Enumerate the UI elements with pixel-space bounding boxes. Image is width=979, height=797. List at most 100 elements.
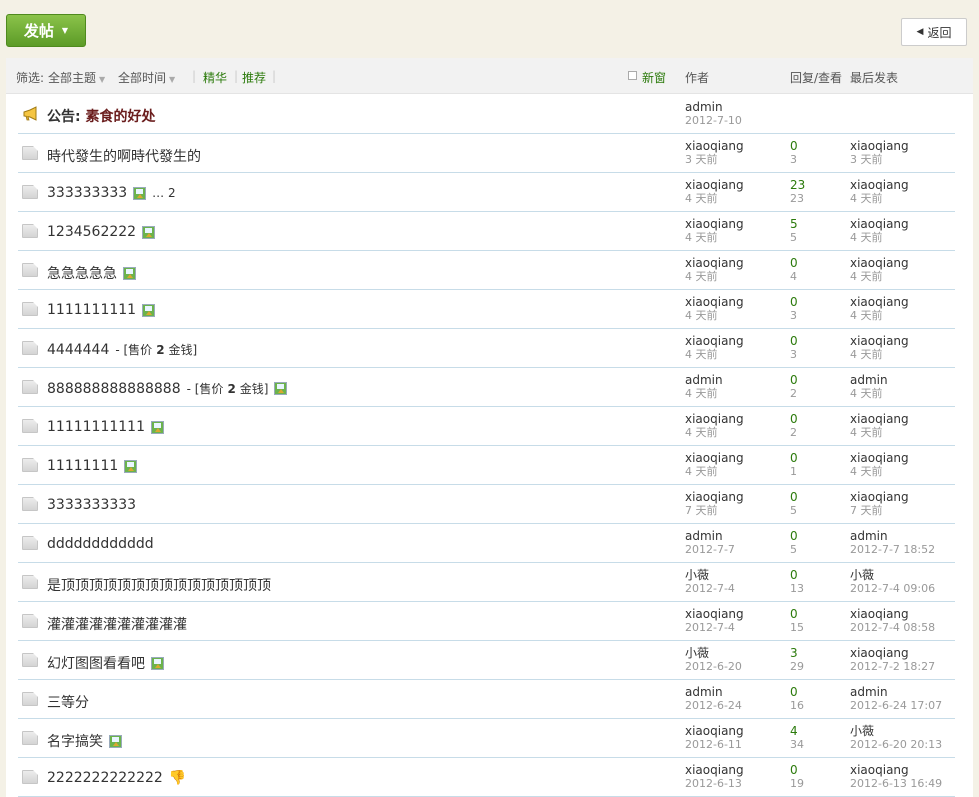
last-poster-link[interactable]: xiaoqiang <box>850 413 909 426</box>
thread-row[interactable]: 名字搞笑 xiaoqiang 2012-6-11 4 34 小薇 2012-6-20 20:… <box>18 719 955 758</box>
thread-title[interactable]: dddddddddddd <box>47 536 154 552</box>
new-window-label[interactable]: 新窗 <box>642 69 666 86</box>
last-poster-link[interactable]: xiaoqiang <box>850 491 909 504</box>
last-post-time[interactable]: 2012-7-4 09:06 <box>850 582 935 595</box>
thread-title[interactable]: 時代發生的啊時代發生的 <box>47 146 201 166</box>
thread-title[interactable]: 4444444 - [售价 2 金钱] <box>47 341 197 358</box>
thread-title-text[interactable]: 11111111111 <box>47 419 145 435</box>
filter-digest-link[interactable]: 精华 <box>203 69 227 86</box>
thread-row[interactable]: 2222222222222 👎 xiaoqiang 2012-6-13 0 19 xiaoq… <box>18 758 955 797</box>
thread-row[interactable]: 時代發生的啊時代發生的 xiaoqiang 3 天前 0 3 xiaoqiang 3 天前 <box>18 134 955 173</box>
last-post-time[interactable]: 7 天前 <box>850 504 909 517</box>
last-poster-link[interactable]: xiaoqiang <box>850 647 935 660</box>
thread-row[interactable]: 4444444 - [售价 2 金钱] xiaoqiang 4 天前 0 3 xiaoqian… <box>18 329 955 368</box>
last-post-time[interactable]: 2012-6-20 20:13 <box>850 738 942 751</box>
last-post-time[interactable]: 4 天前 <box>850 426 909 439</box>
author-link[interactable]: admin <box>685 530 735 543</box>
last-poster-link[interactable]: admin <box>850 374 888 387</box>
last-post-time[interactable]: 4 天前 <box>850 348 909 361</box>
announcement-title[interactable]: 公告: 素食的好处 <box>47 106 155 126</box>
thread-title[interactable]: 11111111 <box>47 458 138 474</box>
last-post-time[interactable]: 4 天前 <box>850 387 888 400</box>
thread-title-text[interactable]: 名字搞笑 <box>47 731 103 751</box>
author-link[interactable]: xiaoqiang <box>685 452 744 465</box>
author-link[interactable]: 小薇 <box>685 569 735 582</box>
last-poster-link[interactable]: xiaoqiang <box>850 218 909 231</box>
thread-title[interactable]: 是顶顶顶顶顶顶顶顶顶顶顶顶顶顶顶 <box>47 575 271 595</box>
thread-title[interactable]: 1111111111 <box>47 302 156 318</box>
thread-title-text[interactable]: 急急急急急 <box>47 263 117 283</box>
author-link[interactable]: xiaoqiang <box>685 491 744 504</box>
author-link[interactable]: xiaoqiang <box>685 296 744 309</box>
thread-title[interactable]: 2222222222222 👎 <box>47 770 186 786</box>
author-link[interactable]: xiaoqiang <box>685 725 744 738</box>
thread-title-text[interactable]: 1111111111 <box>47 302 136 318</box>
thread-row[interactable]: 11111111 xiaoqiang 4 天前 0 1 xiaoqiang 4 天前 <box>18 446 955 485</box>
last-post-time[interactable]: 4 天前 <box>850 270 909 283</box>
author-link[interactable]: xiaoqiang <box>685 257 744 270</box>
thread-title-text[interactable]: dddddddddddd <box>47 536 154 552</box>
thread-title[interactable]: 名字搞笑 <box>47 731 122 751</box>
thread-title[interactable]: 3333333333 <box>47 497 136 513</box>
thread-title-text[interactable]: 333333333 <box>47 185 127 201</box>
author-link[interactable]: xiaoqiang <box>685 764 744 777</box>
last-post-time[interactable]: 4 天前 <box>850 192 909 205</box>
thread-title-text[interactable]: 1234562222 <box>47 224 136 240</box>
thread-title[interactable]: 灌灌灌灌灌灌灌灌灌灌 <box>47 614 187 634</box>
thread-title-text[interactable]: 3333333333 <box>47 497 136 513</box>
author-link[interactable]: xiaoqiang <box>685 179 744 192</box>
thread-title[interactable]: 888888888888888 - [售价 2 金钱] <box>47 380 288 397</box>
thread-row[interactable]: 是顶顶顶顶顶顶顶顶顶顶顶顶顶顶顶 小薇 2012-7-4 0 13 小薇 2012-7-4 … <box>18 563 955 602</box>
last-poster-link[interactable]: admin <box>850 530 935 543</box>
thread-row[interactable]: 急急急急急 xiaoqiang 4 天前 0 4 xiaoqiang 4 天前 <box>18 251 955 290</box>
thread-row[interactable]: 灌灌灌灌灌灌灌灌灌灌 xiaoqiang 2012-7-4 0 15 xiaoqiang 2… <box>18 602 955 641</box>
last-poster-link[interactable]: xiaoqiang <box>850 296 909 309</box>
thread-page-link[interactable]: … 2 <box>152 186 175 200</box>
thread-row[interactable]: dddddddddddd admin 2012-7-7 0 5 admin 2012-7-7… <box>18 524 955 563</box>
author-link[interactable]: xiaoqiang <box>685 335 744 348</box>
thread-title-text[interactable]: 2222222222222 <box>47 770 163 786</box>
author-link[interactable]: admin <box>685 686 742 699</box>
thread-title-text[interactable]: 是顶顶顶顶顶顶顶顶顶顶顶顶顶顶顶 <box>47 575 271 595</box>
thread-title-text[interactable]: 時代發生的啊時代發生的 <box>47 146 201 166</box>
last-poster-link[interactable]: xiaoqiang <box>850 140 909 153</box>
last-poster-link[interactable]: xiaoqiang <box>850 452 909 465</box>
thread-row[interactable]: 888888888888888 - [售价 2 金钱] admin 4 天前 0 2 admi… <box>18 368 955 407</box>
last-post-time[interactable]: 2012-6-24 17:07 <box>850 699 942 712</box>
last-poster-link[interactable]: 小薇 <box>850 569 935 582</box>
last-poster-link[interactable]: xiaoqiang <box>850 608 935 621</box>
last-post-time[interactable]: 2012-6-13 16:49 <box>850 777 942 790</box>
thread-row[interactable]: 三等分 admin 2012-6-24 0 16 admin 2012-6-24 17:07 <box>18 680 955 719</box>
author-link[interactable]: xiaoqiang <box>685 218 744 231</box>
thread-title-text[interactable]: 三等分 <box>47 692 89 712</box>
thread-title-text[interactable]: 幻灯图图看看吧 <box>47 653 145 673</box>
last-post-time[interactable]: 2012-7-7 18:52 <box>850 543 935 556</box>
new-window-checkbox[interactable] <box>628 71 637 80</box>
thread-title[interactable]: 333333333 … 2 <box>47 185 176 201</box>
last-post-time[interactable]: 2012-7-2 18:27 <box>850 660 935 673</box>
thread-row[interactable]: 11111111111 xiaoqiang 4 天前 0 2 xiaoqiang 4 天前 <box>18 407 955 446</box>
thread-row[interactable]: 1234562222 xiaoqiang 4 天前 5 5 xiaoqiang 4 天前 <box>18 212 955 251</box>
last-poster-link[interactable]: xiaoqiang <box>850 335 909 348</box>
new-post-button[interactable]: 发帖 ▼ <box>6 14 86 47</box>
author-link[interactable]: 小薇 <box>685 647 742 660</box>
thread-title[interactable]: 1234562222 <box>47 224 156 240</box>
last-poster-link[interactable]: xiaoqiang <box>850 179 909 192</box>
last-poster-link[interactable]: 小薇 <box>850 725 942 738</box>
thread-title[interactable]: 11111111111 <box>47 419 164 435</box>
author-link[interactable]: xiaoqiang <box>685 140 744 153</box>
author-link[interactable]: xiaoqiang <box>685 413 744 426</box>
filter-all-topics[interactable]: 全部主题 ▼ <box>48 69 105 86</box>
author-link[interactable]: admin <box>685 101 742 114</box>
last-post-time[interactable]: 4 天前 <box>850 309 909 322</box>
filter-all-time[interactable]: 全部时间 ▼ <box>118 69 175 86</box>
last-poster-link[interactable]: admin <box>850 686 942 699</box>
thread-title-text[interactable]: 888888888888888 <box>47 381 181 397</box>
thread-row[interactable]: 幻灯图图看看吧 小薇 2012-6-20 3 29 xiaoqiang 2012-7-2 1… <box>18 641 955 680</box>
last-post-time[interactable]: 4 天前 <box>850 231 909 244</box>
thread-row[interactable]: 333333333… 2 xiaoqiang 4 天前 23 23 xiaoqiang 4 … <box>18 173 955 212</box>
thread-title-text[interactable]: 4444444 <box>47 342 109 358</box>
filter-recommended-link[interactable]: 推荐 <box>242 69 266 86</box>
thread-row[interactable]: 3333333333 xiaoqiang 7 天前 0 5 xiaoqiang 7 天前 <box>18 485 955 524</box>
thread-title[interactable]: 幻灯图图看看吧 <box>47 653 164 673</box>
